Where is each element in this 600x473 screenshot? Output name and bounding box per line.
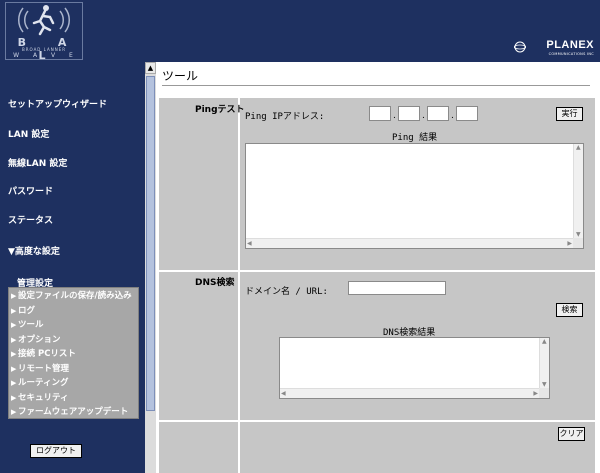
dns-section-label: DNS検索 <box>195 278 235 288</box>
submenu-label: リモート管理 <box>18 363 70 374</box>
scroll-left-arrow-icon[interactable]: ◀ <box>281 390 286 397</box>
brand-name: PLANEX <box>546 39 594 51</box>
planex-globe-icon <box>514 41 526 53</box>
submenu-item-config-save-load[interactable]: ▶ 設定ファイルの保存/読み込み <box>11 289 138 303</box>
textarea-vertical-scrollbar[interactable]: ▲ ▼ <box>539 338 549 388</box>
runner-logo-icon <box>17 5 71 36</box>
sidebar: セットアップウィザード LAN 設定 無線LAN 設定 パスワード ステータス … <box>0 62 145 473</box>
submenu-label: ログ <box>18 305 36 316</box>
row-divider <box>159 270 595 272</box>
triangle-right-icon: ▶ <box>11 393 17 402</box>
scroll-left-arrow-icon[interactable]: ◀ <box>247 240 252 247</box>
submenu-label: 設定ファイルの保存/読み込み <box>18 291 132 301</box>
submenu-item-remote-management[interactable]: ▶ リモート管理 <box>11 362 138 376</box>
sidebar-item-lan-settings[interactable]: LAN 設定 <box>8 127 49 140</box>
triangle-right-icon: ▶ <box>11 335 17 344</box>
submenu-item-tools[interactable]: ▶ ツール <box>11 318 138 332</box>
page-title: ツール <box>162 69 199 83</box>
ping-ip-octet-4[interactable] <box>456 106 478 121</box>
sidebar-item-status[interactable]: ステータス <box>8 213 53 226</box>
submenu-item-connected-pc-list[interactable]: ▶ 接続 PCリスト <box>11 347 138 361</box>
triangle-right-icon: ▶ <box>11 350 17 358</box>
scroll-up-arrow-icon[interactable]: ▲ <box>542 338 547 345</box>
submenu-label: ツール <box>18 320 44 330</box>
sidebar-item-setup-wizard[interactable]: セットアップウィザード <box>8 97 107 110</box>
planex-brand: PLANEX COMMUNICATIONS INC <box>514 39 594 59</box>
triangle-right-icon: ▶ <box>11 408 17 416</box>
bal-wave-logo: B A L BROAD LANNER W A V E <box>5 2 83 62</box>
scroll-right-arrow-icon[interactable]: ▶ <box>567 240 572 247</box>
ping-section-label: Pingテスト <box>195 105 245 115</box>
sidebar-item-wireless-lan-settings[interactable]: 無線LAN 設定 <box>8 156 67 169</box>
triangle-right-icon: ▶ <box>11 321 17 329</box>
scroll-right-arrow-icon[interactable]: ▶ <box>533 390 538 397</box>
ping-ip-octet-3[interactable] <box>427 106 449 121</box>
dns-search-button[interactable]: 検索 <box>556 303 583 317</box>
ip-dot: . <box>393 111 396 121</box>
main-content: ツール Pingテスト Ping IPアドレス: . . . 実行 Ping 結… <box>156 62 600 473</box>
ping-ip-octet-2[interactable] <box>398 106 420 121</box>
brand-subtitle: COMMUNICATIONS INC <box>548 52 594 56</box>
triangle-right-icon: ▶ <box>11 364 17 373</box>
dns-domain-label: ドメイン名 / URL: <box>245 287 328 297</box>
scroll-down-arrow-icon[interactable]: ▼ <box>576 231 581 238</box>
dns-domain-input[interactable] <box>348 281 446 295</box>
scrollbar-corner <box>539 388 549 398</box>
textarea-horizontal-scrollbar[interactable]: ◀ ▶ <box>246 238 573 248</box>
submenu-item-options[interactable]: ▶ オプション <box>11 333 138 347</box>
textarea-horizontal-scrollbar[interactable]: ◀ ▶ <box>280 388 539 398</box>
ping-ip-label: Ping IPアドレス: <box>245 112 325 122</box>
submenu-item-security[interactable]: ▶ セキュリティ <box>11 391 138 405</box>
submenu-item-routing[interactable]: ▶ ルーティング <box>11 376 138 390</box>
logout-button[interactable]: ログアウト <box>30 444 82 458</box>
scrollbar-thumb[interactable] <box>146 76 155 411</box>
submenu-label: ファームウェアアップデート <box>18 407 129 417</box>
submenu-label: 接続 PCリスト <box>18 349 76 359</box>
header: B A L BROAD LANNER W A V E PLANEX COMMUN… <box>0 0 600 62</box>
ping-result-textarea[interactable]: ▲ ▼ ◀ ▶ <box>245 143 584 249</box>
vertical-scrollbar[interactable]: ▲ <box>145 62 156 473</box>
dns-result-textarea[interactable]: ▲ ▼ ◀ ▶ <box>279 337 550 399</box>
scroll-down-arrow-icon[interactable]: ▼ <box>542 381 547 388</box>
sidebar-item-password[interactable]: パスワード <box>8 184 53 197</box>
scrollbar-corner <box>573 238 583 248</box>
triangle-right-icon: ▶ <box>11 292 17 300</box>
tool-panel: Pingテスト Ping IPアドレス: . . . 実行 Ping 結果 ▲ ▼… <box>159 98 595 473</box>
triangle-right-icon: ▶ <box>11 379 17 387</box>
submenu: ▶ 設定ファイルの保存/読み込み ▶ ログ ▶ ツール ▶ オプション ▶ 接続 PCリス… <box>8 287 139 419</box>
logo-text-wave: W A V E <box>13 52 79 59</box>
ip-dot: . <box>451 111 454 121</box>
scroll-up-arrow-icon[interactable]: ▲ <box>145 62 156 74</box>
ping-run-button[interactable]: 実行 <box>556 107 583 121</box>
title-divider <box>162 85 590 86</box>
clear-button[interactable]: クリア <box>558 427 585 441</box>
submenu-label: オプション <box>18 334 61 345</box>
ip-dot: . <box>422 111 425 121</box>
triangle-right-icon: ▶ <box>11 306 17 315</box>
submenu-item-firmware-update[interactable]: ▶ ファームウェアアップデート <box>11 405 138 419</box>
ping-result-label: Ping 結果 <box>392 133 438 143</box>
sidebar-item-advanced-settings[interactable]: ▼高度な設定 <box>8 244 60 257</box>
submenu-label: ルーティング <box>18 378 69 388</box>
submenu-item-log[interactable]: ▶ ログ <box>11 304 138 318</box>
ping-ip-octet-1[interactable] <box>369 106 391 121</box>
textarea-vertical-scrollbar[interactable]: ▲ ▼ <box>573 144 583 238</box>
column-divider <box>238 98 240 473</box>
row-divider <box>159 420 595 422</box>
scroll-up-arrow-icon[interactable]: ▲ <box>576 144 581 151</box>
submenu-label: セキュリティ <box>18 392 69 403</box>
